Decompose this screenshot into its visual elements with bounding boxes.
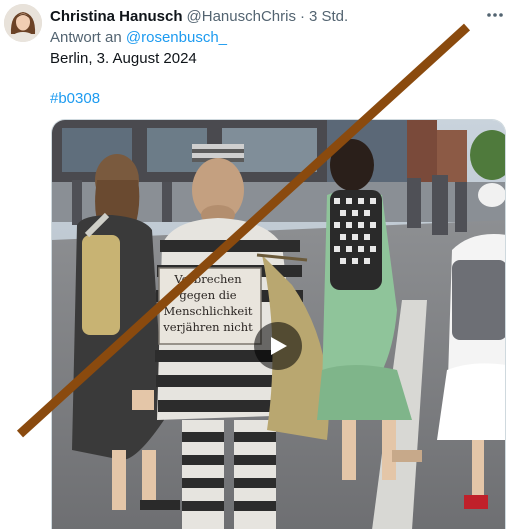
more-horizontal-icon (487, 13, 503, 17)
sign-line: verjähren nicht (163, 320, 253, 334)
tweet-card[interactable]: Christina Hanusch @HanuschChris · 3 Std.… (0, 0, 513, 529)
author-handle[interactable]: @HanuschChris (187, 7, 296, 27)
protest-sign: Verbrechen gegen die Menschlichkeit verj… (160, 271, 256, 335)
author-name[interactable]: Christina Hanusch (50, 7, 183, 27)
sign-line: gegen die (179, 288, 237, 302)
avatar[interactable] (4, 4, 42, 42)
reply-context: Antwort an @rosenbusch_ (50, 28, 227, 48)
play-icon (271, 337, 287, 355)
tweet-header: Christina Hanusch @HanuschChris · 3 Std. (50, 7, 348, 27)
sign-line: Verbrechen (174, 272, 242, 286)
play-button[interactable] (254, 322, 302, 370)
timestamp[interactable]: 3 Std. (309, 7, 348, 27)
tweet-text: Berlin, 3. August 2024 (50, 50, 197, 67)
sign-line: Menschlichkeit (163, 304, 253, 318)
separator: · (299, 8, 305, 25)
reply-mention-link[interactable]: @rosenbusch_ (126, 29, 227, 46)
more-options-button[interactable] (484, 4, 506, 26)
hashtag-link[interactable]: #b0308 (50, 89, 100, 109)
reply-prefix: Antwort an (50, 29, 122, 46)
